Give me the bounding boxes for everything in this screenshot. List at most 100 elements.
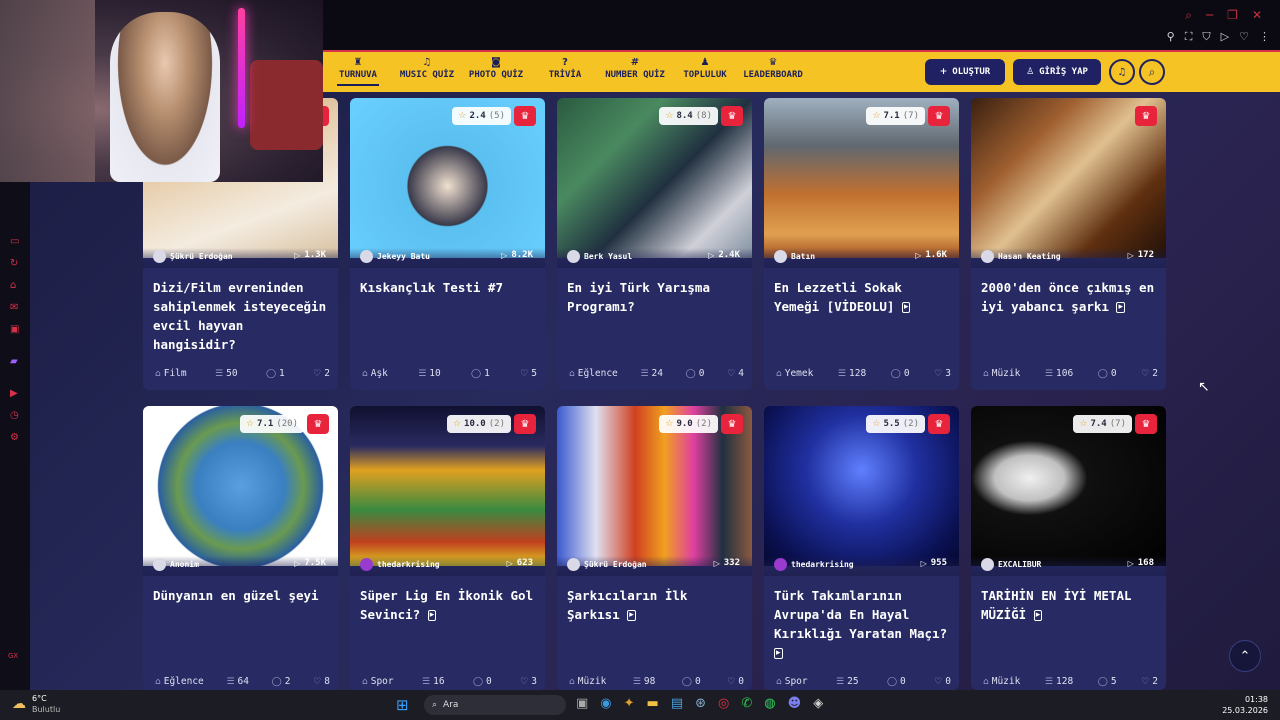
create-button[interactable]: + OLUŞTUR (925, 59, 1005, 85)
nav-music-quiz[interactable]: ♫ MUSIC QUİZ (397, 56, 457, 80)
screenshot-icon[interactable]: ⛶ (1185, 30, 1193, 44)
category-stat[interactable]: ⌂ Spor (776, 676, 808, 687)
edge-icon[interactable]: ◉ (600, 696, 611, 711)
category-stat[interactable]: ⌂ Müzik (983, 368, 1020, 379)
quiz-title[interactable]: En Lezzetli Sokak Yemeği [VİDEOLU] ▸ (774, 278, 952, 316)
sidebar-play-icon[interactable]: ▶ (10, 388, 18, 399)
author-link[interactable]: Anonim (153, 558, 199, 571)
likes-stat[interactable]: ♡ 8 (313, 676, 330, 687)
likes-stat[interactable]: ♡ 2 (313, 368, 330, 379)
author-link[interactable]: thedarkrising (360, 558, 440, 571)
nav-number-quiz[interactable]: # NUMBER QUİZ (602, 56, 668, 80)
twitch-icon[interactable]: ▰ (10, 356, 18, 367)
premium-crown-icon[interactable]: ♛ (721, 106, 743, 126)
likes-stat[interactable]: ♡ 4 (727, 368, 744, 379)
premium-crown-icon[interactable]: ♛ (1135, 414, 1157, 434)
category-stat[interactable]: ⌂ Eğlence (569, 368, 618, 379)
nav-trivia[interactable]: ? TRİVİA (545, 56, 585, 80)
sidebar-refresh-icon[interactable]: ↻ (10, 258, 18, 269)
sidebar-settings-icon[interactable]: ⚙ (10, 432, 19, 443)
likes-stat[interactable]: ♡ 0 (727, 676, 744, 687)
quiz-title[interactable]: Kıskançlık Testi #7 (360, 278, 538, 297)
likes-stat[interactable]: ♡ 3 (934, 368, 951, 379)
likes-stat[interactable]: ♡ 2 (1141, 368, 1158, 379)
premium-crown-icon[interactable]: ♛ (928, 106, 950, 126)
category-stat[interactable]: ⌂ Film (155, 368, 187, 379)
maximize-icon[interactable]: ❐ (1227, 8, 1238, 23)
quiz-title[interactable]: En iyi Türk Yarışma Programı? (567, 278, 745, 316)
nav-community[interactable]: ♟ TOPLULUK (680, 56, 730, 80)
heart-icon[interactable]: ♡ (1239, 30, 1249, 44)
quiz-card[interactable]: ☆ 7.1 (7) ♛ Batın ▷ 1.6K En Lezzetli Sokak Yeme… (764, 98, 959, 390)
steam-icon[interactable]: ⊛ (695, 696, 706, 711)
nav-leaderboard[interactable]: ♛ LEADERBOARD (741, 56, 805, 80)
likes-stat[interactable]: ♡ 2 (1141, 676, 1158, 687)
quiz-title[interactable]: Dizi/Film evreninden sahiplenmek isteyec… (153, 278, 331, 354)
file-explorer-icon[interactable]: ▬ (647, 696, 659, 711)
category-stat[interactable]: ⌂ Müzik (983, 676, 1020, 687)
likes-stat[interactable]: ♡ 5 (520, 368, 537, 379)
sidebar-news-icon[interactable]: ▣ (10, 324, 19, 335)
taskbar-clock[interactable]: 01:38 25.03.2026 (1222, 694, 1268, 716)
sidebar-clock-icon[interactable]: ◷ (10, 410, 19, 421)
premium-crown-icon[interactable]: ♛ (721, 414, 743, 434)
premium-crown-icon[interactable]: ♛ (307, 414, 329, 434)
author-link[interactable]: Batın (774, 250, 815, 263)
category-stat[interactable]: ⌂ Aşk (362, 368, 388, 379)
shield-icon[interactable]: ⛉ (1202, 30, 1210, 44)
windows-start-icon[interactable]: ⊞ (396, 696, 409, 714)
author-link[interactable]: Berk Yasul (567, 250, 632, 263)
quiz-title[interactable]: Dünyanın en güzel şeyi (153, 586, 331, 605)
close-icon[interactable]: ✕ (1252, 8, 1262, 23)
copilot-icon[interactable]: ✦ (624, 696, 635, 711)
quiz-title[interactable]: TARİHİN EN İYİ METAL MÜZİĞİ ▸ (981, 586, 1159, 624)
site-search-button[interactable]: ⌕ (1139, 59, 1165, 85)
likes-stat[interactable]: ♡ 3 (520, 676, 537, 687)
author-link[interactable]: Hasan Keating (981, 250, 1061, 263)
quiz-title[interactable]: 2000'den önce çıkmış en iyi yabancı şark… (981, 278, 1159, 316)
category-stat[interactable]: ⌂ Müzik (569, 676, 606, 687)
sidebar-bag-icon[interactable]: ⌂ (10, 280, 16, 291)
opera-gx-icon[interactable]: ◎ (718, 696, 729, 711)
quiz-title[interactable]: Türk Takımlarının Avrupa'da En Hayal Kır… (774, 586, 952, 662)
premium-crown-icon[interactable]: ♛ (1135, 106, 1157, 126)
author-link[interactable]: Şükrü Erdoğan (567, 558, 647, 571)
sidebar-tv-icon[interactable]: ▭ (10, 236, 19, 247)
search-icon[interactable]: ⌕ (1185, 8, 1192, 23)
discord-icon[interactable]: ☻ (788, 696, 802, 711)
notification-bell-button[interactable]: ♫ (1109, 59, 1135, 85)
play-icon[interactable]: ▷ (1221, 30, 1229, 44)
quiz-card[interactable]: ☆ 8.4 (8) ♛ Berk Yasul ▷ 2.4K En iyi Türk Yarış… (557, 98, 752, 390)
whatsapp-icon[interactable]: ✆ (741, 696, 752, 711)
scroll-to-top-button[interactable]: ⌃ (1229, 640, 1261, 672)
store-icon[interactable]: ▤ (671, 696, 683, 711)
login-button[interactable]: ♙ GİRİŞ YAP (1013, 59, 1101, 85)
weather-widget[interactable]: ☁ 6°C Bulutlu (12, 693, 60, 715)
author-link[interactable]: Şükrü Erdoğan (153, 250, 233, 263)
category-stat[interactable]: ⌂ Spor (362, 676, 394, 687)
author-link[interactable]: EXCALIBUR (981, 558, 1041, 571)
taskbar-search[interactable]: ⌕ Ara (424, 695, 566, 715)
task-view-icon[interactable]: ▣ (576, 696, 588, 711)
author-link[interactable]: thedarkrising (774, 558, 854, 571)
menu-icon[interactable]: ⋮ (1259, 30, 1270, 44)
premium-crown-icon[interactable]: ♛ (928, 414, 950, 434)
quiz-title[interactable]: Şarkıcıların İlk Şarkısı ▸ (567, 586, 745, 624)
nav-photo-quiz[interactable]: ◙ PHOTO QUİZ (466, 56, 526, 80)
chrome-icon[interactable]: ◈ (813, 696, 823, 711)
quiz-card[interactable]: ☆ 10.0 (2) ♛ thedarkrising ▷ 623 Süper Lig En İ… (350, 406, 545, 690)
sidebar-mail-icon[interactable]: ✉ (10, 302, 18, 313)
quiz-card[interactable]: ☆ 9.0 (2) ♛ Şükrü Erdoğan ▷ 332 Şarkıcıların İl… (557, 406, 752, 690)
quiz-card[interactable]: ♛ Hasan Keating ▷ 172 2000'den önce çıkmış e… (971, 98, 1166, 390)
quiz-card[interactable]: ☆ 7.1 (20) ♛ Anonim ▷ 7.5K Dünyanın en güzel şe… (143, 406, 338, 690)
category-stat[interactable]: ⌂ Eğlence (155, 676, 204, 687)
minimize-icon[interactable]: ─ (1206, 8, 1213, 23)
quiz-card[interactable]: ☆ 5.5 (2) ♛ thedarkrising ▷ 955 Türk Takımların… (764, 406, 959, 690)
category-stat[interactable]: ⌂ Yemek (776, 368, 813, 379)
quiz-card[interactable]: ☆ 7.4 (7) ♛ EXCALIBUR ▷ 168 TARİHİN EN İYİ META… (971, 406, 1166, 690)
premium-crown-icon[interactable]: ♛ (514, 106, 536, 126)
likes-stat[interactable]: ♡ 0 (934, 676, 951, 687)
pin-icon[interactable]: ⚲ (1167, 30, 1175, 44)
quiz-title[interactable]: Süper Lig En İkonik Gol Sevinci? ▸ (360, 586, 538, 624)
author-link[interactable]: Jekeyy Batu (360, 250, 430, 263)
